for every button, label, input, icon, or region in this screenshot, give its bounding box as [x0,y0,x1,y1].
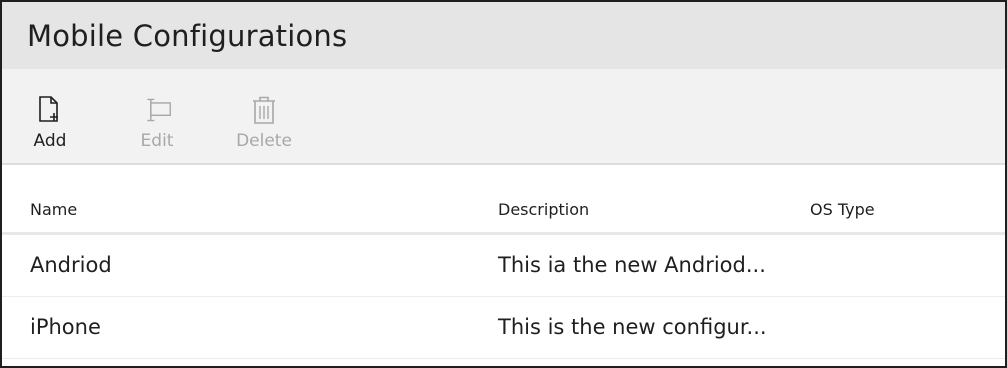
configurations-table: Name Description OS Type Andriod This ia… [2,165,1005,359]
add-button-label: Add [33,131,67,151]
table-header: Name Description OS Type [2,165,1005,235]
edit-button[interactable]: Edit [134,69,180,163]
edit-icon [142,95,172,125]
column-header-name[interactable]: Name [30,200,77,219]
mobile-configurations-panel: Mobile Configurations Add Edit Delete Na… [0,0,1007,368]
row-name: iPhone [30,315,101,339]
table-row[interactable]: iPhone This is the new configur... [2,297,1005,359]
title-bar: Mobile Configurations [2,2,1005,69]
row-description: This is the new configur... [498,315,767,339]
new-document-icon [35,95,65,125]
delete-button-label: Delete [236,131,292,151]
column-header-os-type[interactable]: OS Type [810,200,875,219]
add-button[interactable]: Add [27,69,73,163]
edit-button-label: Edit [140,131,174,151]
table-row[interactable]: Andriod This ia the new Andriod... [2,235,1005,297]
toolbar: Add Edit Delete [2,69,1005,165]
trash-icon [249,95,279,125]
row-description: This ia the new Andriod... [498,253,766,277]
page-title: Mobile Configurations [27,18,348,53]
delete-button[interactable]: Delete [234,69,294,163]
row-name: Andriod [30,253,112,277]
column-header-description[interactable]: Description [498,200,589,219]
